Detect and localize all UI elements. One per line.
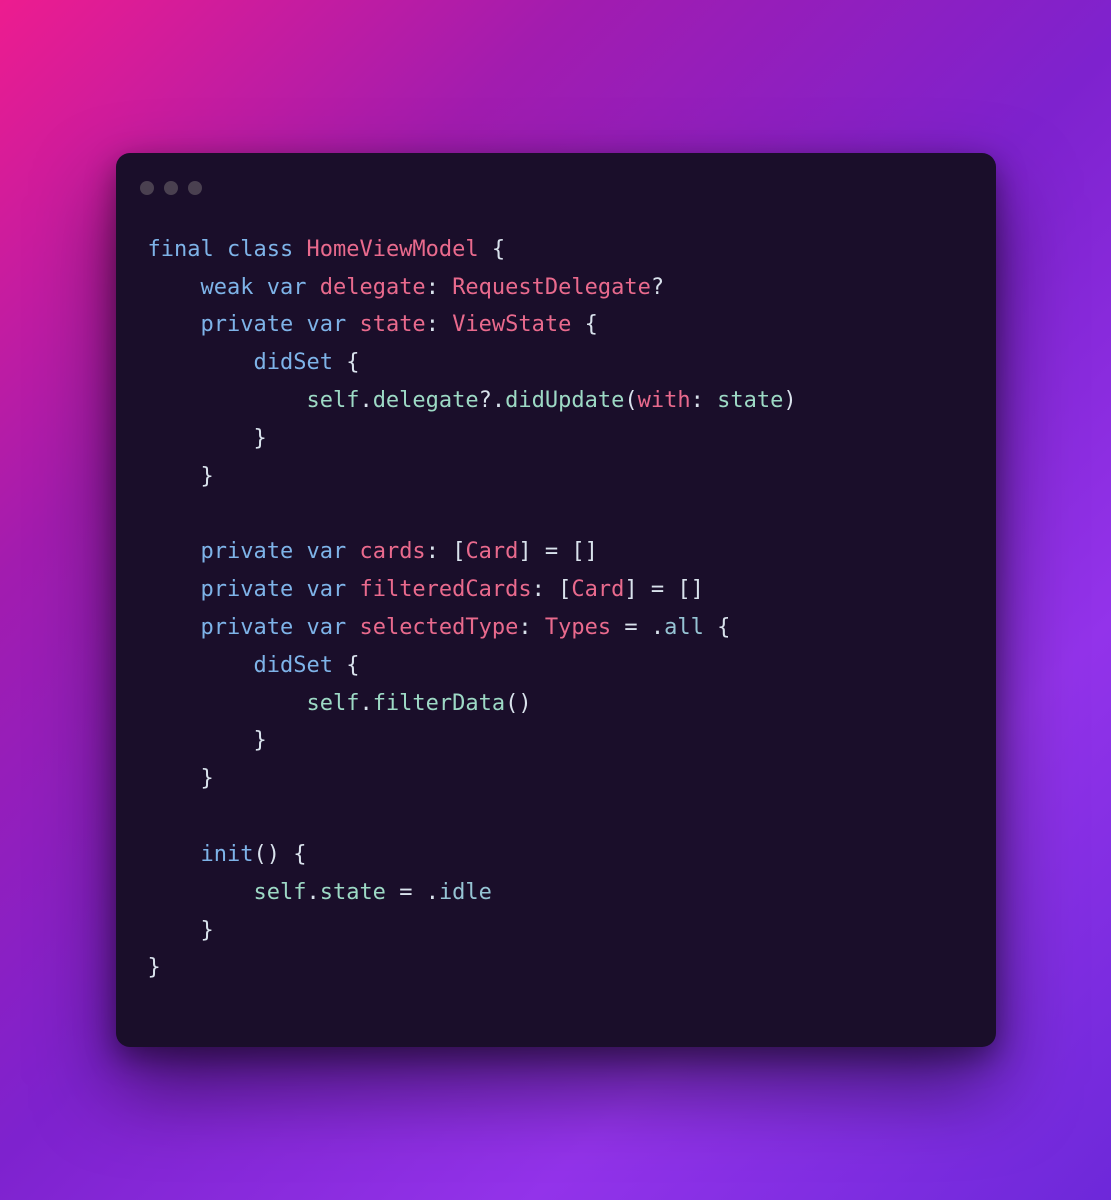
equals: = — [651, 577, 664, 602]
enum-all: all — [664, 615, 704, 640]
empty-array: [] — [571, 539, 598, 564]
dot: . — [359, 691, 372, 716]
keyword-var: var — [306, 615, 346, 640]
brace-open: { — [585, 312, 598, 337]
code-block: final class HomeViewModel { weak var del… — [116, 215, 996, 988]
colon: : — [426, 275, 439, 300]
colon: : — [691, 388, 704, 413]
keyword-var: var — [306, 312, 346, 337]
paren-close: ) — [783, 388, 796, 413]
keyword-self: self — [306, 691, 359, 716]
empty-array: [] — [677, 577, 704, 602]
question-mark: ? — [479, 388, 492, 413]
paren-close: ) — [267, 842, 280, 867]
type-view-state: ViewState — [452, 312, 571, 337]
type-types: Types — [545, 615, 611, 640]
traffic-light-zoom-icon[interactable] — [188, 181, 202, 195]
equals: = — [624, 615, 637, 640]
dot: . — [492, 388, 505, 413]
colon: : — [532, 577, 545, 602]
keyword-var: var — [306, 577, 346, 602]
equals: = — [545, 539, 558, 564]
colon: : — [518, 615, 531, 640]
paren-close: ) — [518, 691, 531, 716]
member-state: state — [320, 880, 386, 905]
arg-label-with: with — [638, 388, 691, 413]
brace-close: } — [200, 766, 213, 791]
keyword-var: var — [267, 275, 307, 300]
brace-open: { — [346, 653, 359, 678]
method-filterdata: filterData — [373, 691, 505, 716]
brace-open: { — [492, 237, 505, 262]
bracket-open: [ — [558, 577, 571, 602]
brace-open: { — [346, 350, 359, 375]
keyword-weak: weak — [200, 275, 253, 300]
equals: = — [399, 880, 412, 905]
property-delegate: delegate — [320, 275, 426, 300]
brace-close: } — [200, 918, 213, 943]
keyword-class: class — [227, 237, 293, 262]
colon: : — [426, 312, 439, 337]
bracket-close: ] — [518, 539, 531, 564]
dot: . — [359, 388, 372, 413]
colon: : — [426, 539, 439, 564]
question-mark: ? — [651, 275, 664, 300]
keyword-init: init — [200, 842, 253, 867]
arg-state: state — [717, 388, 783, 413]
keyword-private: private — [200, 539, 293, 564]
enum-idle: idle — [439, 880, 492, 905]
brace-open: { — [293, 842, 306, 867]
traffic-light-minimize-icon[interactable] — [164, 181, 178, 195]
window-titlebar — [116, 177, 996, 215]
type-request-delegate: RequestDelegate — [452, 275, 651, 300]
type-card: Card — [465, 539, 518, 564]
dot: . — [306, 880, 319, 905]
method-didupdate: didUpdate — [505, 388, 624, 413]
keyword-final: final — [148, 237, 214, 262]
dot: . — [426, 880, 439, 905]
brace-close: } — [200, 464, 213, 489]
keyword-private: private — [200, 615, 293, 640]
property-cards: cards — [359, 539, 425, 564]
keyword-self: self — [253, 880, 306, 905]
keyword-didset: didSet — [253, 653, 332, 678]
property-state: state — [359, 312, 425, 337]
paren-open: ( — [505, 691, 518, 716]
keyword-didset: didSet — [253, 350, 332, 375]
bracket-open: [ — [452, 539, 465, 564]
property-selectedtype: selectedType — [359, 615, 518, 640]
type-card: Card — [571, 577, 624, 602]
paren-open: ( — [624, 388, 637, 413]
member-delegate: delegate — [373, 388, 479, 413]
traffic-light-close-icon[interactable] — [140, 181, 154, 195]
dot: . — [651, 615, 664, 640]
paren-open: ( — [253, 842, 266, 867]
keyword-private: private — [200, 312, 293, 337]
brace-close: } — [253, 426, 266, 451]
code-window: final class HomeViewModel { weak var del… — [116, 153, 996, 1048]
class-name: HomeViewModel — [306, 237, 478, 262]
brace-close: } — [253, 728, 266, 753]
brace-close: } — [148, 955, 161, 980]
property-filteredcards: filteredCards — [359, 577, 531, 602]
brace-open: { — [717, 615, 730, 640]
keyword-self: self — [306, 388, 359, 413]
keyword-var: var — [306, 539, 346, 564]
keyword-private: private — [200, 577, 293, 602]
bracket-close: ] — [624, 577, 637, 602]
